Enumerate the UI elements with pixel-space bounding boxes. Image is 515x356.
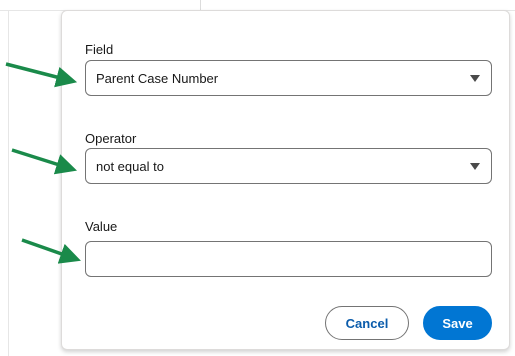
stage: Field Parent Case Number Operator not eq…	[0, 0, 515, 356]
arrow-icon	[5, 62, 81, 264]
